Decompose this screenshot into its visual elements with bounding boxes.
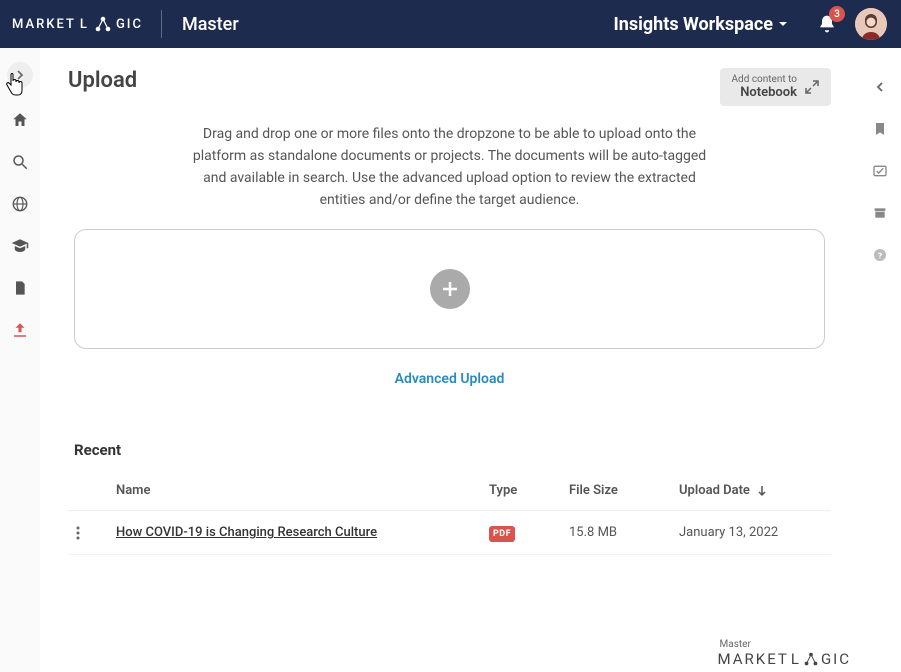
recent-uploads-table: Name Type File Size Upload Date xyxy=(68,471,831,555)
nav-search[interactable] xyxy=(10,152,30,172)
left-nav-rail xyxy=(0,48,40,672)
add-to-notebook-button[interactable]: Add content to Notebook xyxy=(720,68,831,106)
col-date-label: Upload Date xyxy=(679,483,750,498)
table-row: How COVID-19 is Changing Research Cultur… xyxy=(68,511,831,555)
graduation-cap-icon xyxy=(11,237,29,255)
nav-education[interactable] xyxy=(10,236,30,256)
file-name-link[interactable]: How COVID-19 is Changing Research Cultur… xyxy=(116,525,377,540)
expand-icon xyxy=(805,80,819,94)
col-type[interactable]: Type xyxy=(481,471,561,511)
chevron-left-icon xyxy=(875,82,885,92)
right-rail-archive[interactable] xyxy=(871,204,889,222)
advanced-upload-link[interactable]: Advanced Upload xyxy=(68,371,831,387)
page-title: Upload xyxy=(68,68,137,93)
upload-instructions: Drag and drop one or more files onto the… xyxy=(180,124,720,211)
brand-text-c: GIC xyxy=(116,17,143,32)
file-type-badge: PDF xyxy=(489,526,515,542)
insights-workspace-dropdown[interactable]: Insights Workspace xyxy=(614,14,790,35)
bookmark-icon xyxy=(872,121,888,137)
insights-label: Insights Workspace xyxy=(614,14,774,35)
brand-molecule-icon xyxy=(94,15,112,33)
notebook-line1: Add content to xyxy=(732,74,797,86)
footer-brand: Master MARKET L GIC xyxy=(718,639,851,668)
right-rail-help[interactable]: ? xyxy=(871,246,889,264)
right-rail-bookmark[interactable] xyxy=(871,120,889,138)
rail-expand-toggle[interactable] xyxy=(7,62,33,88)
avatar-icon xyxy=(855,8,887,40)
nav-home[interactable] xyxy=(10,110,30,130)
col-size[interactable]: File Size xyxy=(561,471,671,511)
archive-icon xyxy=(872,205,888,221)
sort-desc-icon xyxy=(756,485,768,497)
chevron-right-icon xyxy=(15,70,25,80)
nav-document[interactable] xyxy=(10,278,30,298)
check-box-icon xyxy=(872,163,888,179)
brand-text-b: L xyxy=(80,17,89,32)
main-content: Upload Add content to Notebook Drag and … xyxy=(40,48,859,672)
right-nav-rail: ? xyxy=(859,48,901,672)
brand-logo[interactable]: MARKET L GIC xyxy=(0,10,162,38)
dropzone-plus-icon xyxy=(430,269,470,309)
notifications-button[interactable]: 3 xyxy=(817,14,837,34)
right-rail-collapse[interactable] xyxy=(871,78,889,96)
footer-brand-c: GIC xyxy=(821,650,851,668)
right-rail-checkmark[interactable] xyxy=(871,162,889,180)
upload-date: January 13, 2022 xyxy=(671,511,831,555)
upload-dropzone[interactable] xyxy=(74,229,825,349)
globe-icon xyxy=(11,195,29,213)
footer-small: Master xyxy=(720,639,851,650)
upload-icon xyxy=(11,321,29,339)
notification-badge: 3 xyxy=(829,6,845,22)
kebab-icon xyxy=(76,526,80,540)
notebook-line2: Notebook xyxy=(732,86,797,101)
footer-brand-a: MARKET xyxy=(718,650,789,668)
search-icon xyxy=(11,153,29,171)
nav-upload[interactable] xyxy=(10,320,30,340)
nav-globe[interactable] xyxy=(10,194,30,214)
caret-down-icon xyxy=(777,18,789,30)
user-avatar[interactable] xyxy=(855,8,887,40)
app-header: MARKET L GIC Master Insights Workspace 3 xyxy=(0,0,901,48)
brand-text-a: MARKET xyxy=(12,17,76,32)
svg-text:?: ? xyxy=(878,251,882,261)
row-actions-menu[interactable] xyxy=(68,511,108,555)
footer-molecule-icon xyxy=(803,651,819,667)
col-name[interactable]: Name xyxy=(108,471,481,511)
document-icon xyxy=(12,279,28,297)
footer-brand-b: L xyxy=(791,650,801,668)
help-icon: ? xyxy=(872,247,888,263)
home-icon xyxy=(11,111,29,129)
file-size: 15.8 MB xyxy=(561,511,671,555)
recent-section-title: Recent xyxy=(74,441,831,459)
col-date[interactable]: Upload Date xyxy=(671,471,831,511)
workspace-name[interactable]: Master xyxy=(162,14,239,35)
